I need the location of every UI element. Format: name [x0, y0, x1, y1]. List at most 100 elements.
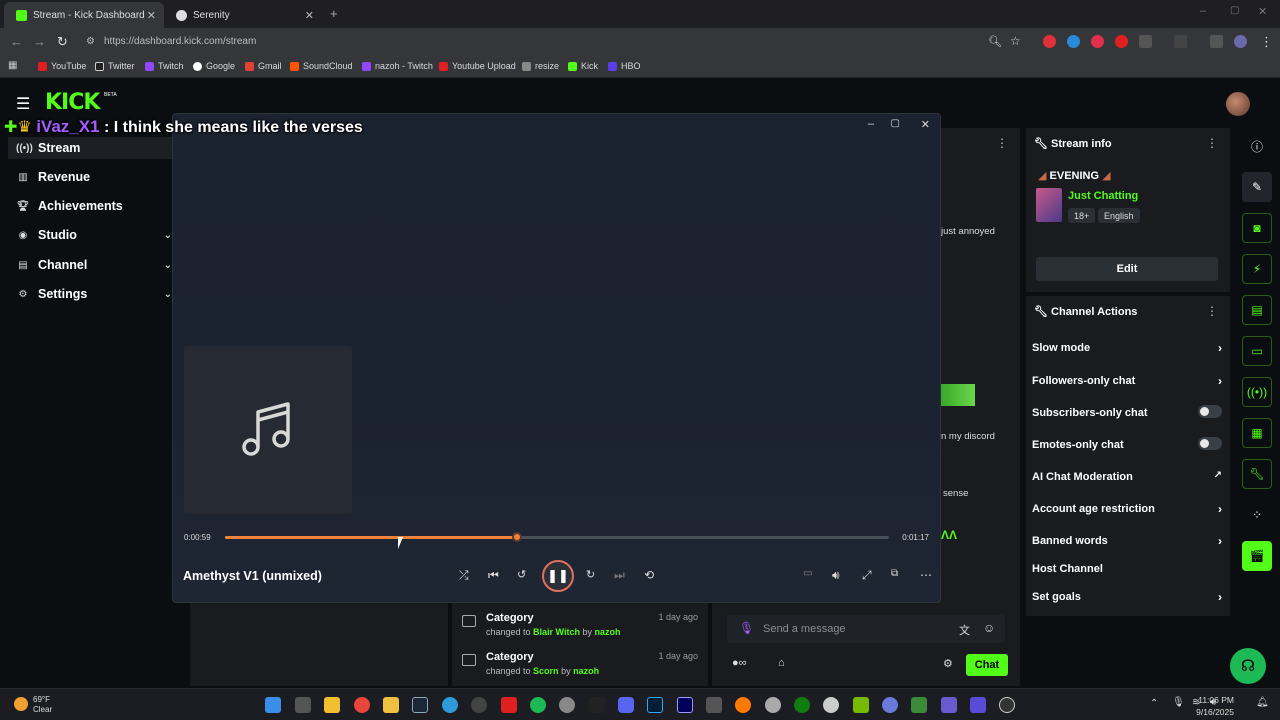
close-tab-icon[interactable]: ✕ — [305, 9, 314, 22]
action-account-age-restriction[interactable]: Account age restriction › — [1032, 502, 1222, 516]
tab-serenity[interactable]: Serenity ✕ — [164, 2, 322, 28]
system-clock[interactable]: 11:06 PM 9/16/2025 — [1196, 694, 1234, 718]
more-options-icon[interactable]: ⋯ — [920, 568, 932, 582]
edge-icon[interactable] — [442, 697, 458, 713]
close-window-icon[interactable]: ✕ — [921, 118, 930, 131]
sidebar-item-studio[interactable]: ◉ Studio ⌄ — [16, 228, 176, 242]
audio-app-icon[interactable] — [706, 697, 722, 713]
zoom-icon[interactable]: 🔍︎ — [988, 35, 1002, 48]
nvidia-icon[interactable] — [853, 697, 869, 713]
wrench-icon[interactable]: 🔧︎ — [1242, 459, 1272, 489]
extension-icon[interactable] — [1067, 35, 1080, 48]
app-icon[interactable] — [911, 697, 927, 713]
bookmark-resize[interactable]: resize — [522, 61, 559, 71]
menu-kebab-icon[interactable]: ⋮ — [1260, 34, 1273, 50]
bookmark-hbo[interactable]: HBO — [608, 61, 641, 71]
app-icon[interactable] — [823, 697, 839, 713]
chat-send-button[interactable]: Chat — [966, 654, 1008, 676]
store-icon[interactable]: ⌂ — [778, 657, 785, 669]
notifications-bell-icon[interactable]: 🔔︎ — [1256, 697, 1269, 708]
sidebar-item-channel[interactable]: ▤ Channel ⌄ — [16, 258, 176, 272]
emoji-icon[interactable]: ☺ — [983, 621, 995, 635]
app-icon[interactable] — [882, 697, 898, 713]
media-player-icon[interactable] — [999, 697, 1015, 713]
previous-track-icon[interactable]: ⏮︎ — [488, 568, 499, 583]
bookmark-star-icon[interactable]: ☆ — [1010, 34, 1021, 48]
media-controls-icon[interactable] — [1210, 35, 1223, 48]
stream-info-menu-icon[interactable]: ⋮ — [1206, 136, 1218, 150]
layout-icon[interactable]: ▦ — [1242, 418, 1272, 448]
url-input[interactable]: https://dashboard.kick.com/stream — [104, 36, 256, 47]
extensions-puzzle-icon[interactable] — [1139, 35, 1152, 48]
site-info-icon[interactable]: ⚙ — [86, 36, 95, 47]
maximize-window-icon[interactable]: ▢ — [1230, 5, 1239, 16]
action-followers-only-chat[interactable]: Followers-only chat › — [1032, 374, 1222, 388]
next-track-icon[interactable]: ⏭︎ — [614, 568, 625, 583]
chrome-icon[interactable] — [354, 697, 370, 713]
action-slow-mode[interactable]: Slow mode › — [1032, 341, 1222, 355]
chat-menu-kebab-icon[interactable]: ⋮ — [996, 136, 1008, 150]
channel-actions-menu-icon[interactable]: ⋮ — [1206, 304, 1218, 318]
bookmark-gmail[interactable]: Gmail — [245, 61, 282, 71]
extension-icon[interactable] — [1091, 35, 1104, 48]
clapper-icon[interactable]: 🎬︎ — [1242, 541, 1272, 571]
chat-message-input[interactable]: 🎙︎ Send a message 文 ☺ — [727, 615, 1005, 643]
pause-button[interactable]: ❚❚ — [542, 560, 574, 592]
reload-icon[interactable]: ↻ — [57, 34, 68, 50]
apps-grid-icon[interactable]: ▦ — [8, 60, 17, 71]
chevron-up-icon[interactable]: ⌃ — [1150, 698, 1158, 709]
bookmark-twitter[interactable]: Twitter — [95, 61, 135, 71]
bookmark-google[interactable]: Google — [193, 61, 235, 71]
profile-avatar[interactable] — [1234, 35, 1247, 48]
extension-icon[interactable] — [1043, 35, 1056, 48]
bookmark-twitch[interactable]: Twitch — [145, 61, 184, 71]
notes-icon[interactable]: ▤ — [1242, 295, 1272, 325]
app-icon[interactable] — [941, 697, 957, 713]
netflix-icon[interactable] — [501, 697, 517, 713]
edit-pencil-icon[interactable]: ✎ — [1242, 172, 1272, 202]
user-avatar[interactable] — [1226, 92, 1250, 116]
bookmark-nazoh-twitch[interactable]: nazoh - Twitch — [362, 61, 433, 71]
close-window-icon[interactable]: ✕ — [1258, 5, 1267, 18]
minimize-window-icon[interactable]: – — [868, 118, 874, 130]
sidebar-item-revenue[interactable]: ▥ Revenue — [16, 170, 176, 184]
extension-icon[interactable] — [1115, 35, 1128, 48]
premiere-icon[interactable] — [677, 697, 693, 713]
repeat-off-icon[interactable]: ⟲ — [644, 568, 654, 582]
steam-icon[interactable] — [412, 697, 428, 713]
bookmark-kick[interactable]: Kick — [568, 61, 598, 71]
rewind-10-icon[interactable]: ↺ — [517, 568, 526, 581]
windows-start-icon[interactable] — [265, 697, 281, 713]
minimize-window-icon[interactable]: – — [1200, 5, 1206, 17]
action-host-channel[interactable]: Host Channel — [1032, 563, 1222, 575]
action-ai-chat-moderation[interactable]: AI Chat Moderation ↗ — [1032, 470, 1222, 483]
photoshop-icon[interactable] — [647, 697, 663, 713]
volume-icon[interactable]: 🔊︎ — [832, 568, 840, 583]
chat-users-icon[interactable]: ●∞ — [732, 657, 747, 669]
new-tab-icon[interactable]: + — [330, 6, 338, 21]
app-icon[interactable] — [559, 697, 575, 713]
task-view-icon[interactable] — [295, 697, 311, 713]
bookmark-youtube-upload[interactable]: Youtube Upload — [439, 61, 516, 71]
file-explorer-icon[interactable] — [383, 697, 399, 713]
dots-cluster-icon[interactable]: ⁘ — [1242, 500, 1272, 530]
hamburger-menu-icon[interactable]: ☰ — [16, 94, 30, 114]
clip-icon[interactable]: ◙ — [1242, 213, 1272, 243]
forward-icon[interactable]: → — [33, 34, 46, 49]
kick-logo[interactable]: KICK — [45, 90, 100, 115]
back-icon[interactable]: ← — [10, 34, 23, 49]
store-icon[interactable] — [324, 697, 340, 713]
epic-games-icon[interactable] — [589, 697, 605, 713]
action-banned-words[interactable]: Banned words › — [1032, 534, 1222, 548]
bookmark-youtube[interactable]: YouTube — [38, 61, 86, 71]
lightning-icon[interactable]: ⚡︎ — [1242, 254, 1272, 284]
xbox-icon[interactable] — [794, 697, 810, 713]
chat-bubble-icon[interactable]: ▭ — [1242, 336, 1272, 366]
broadcast-icon[interactable]: ((•)) — [1242, 377, 1272, 407]
obs-icon[interactable] — [471, 697, 487, 713]
seek-bar-thumb[interactable] — [512, 532, 523, 542]
forward-30-icon[interactable]: ↻ — [586, 568, 595, 581]
spotify-icon[interactable] — [530, 697, 546, 713]
edit-stream-info-button[interactable]: Edit — [1036, 257, 1218, 281]
support-headset-icon[interactable]: ☊ — [1230, 648, 1266, 684]
